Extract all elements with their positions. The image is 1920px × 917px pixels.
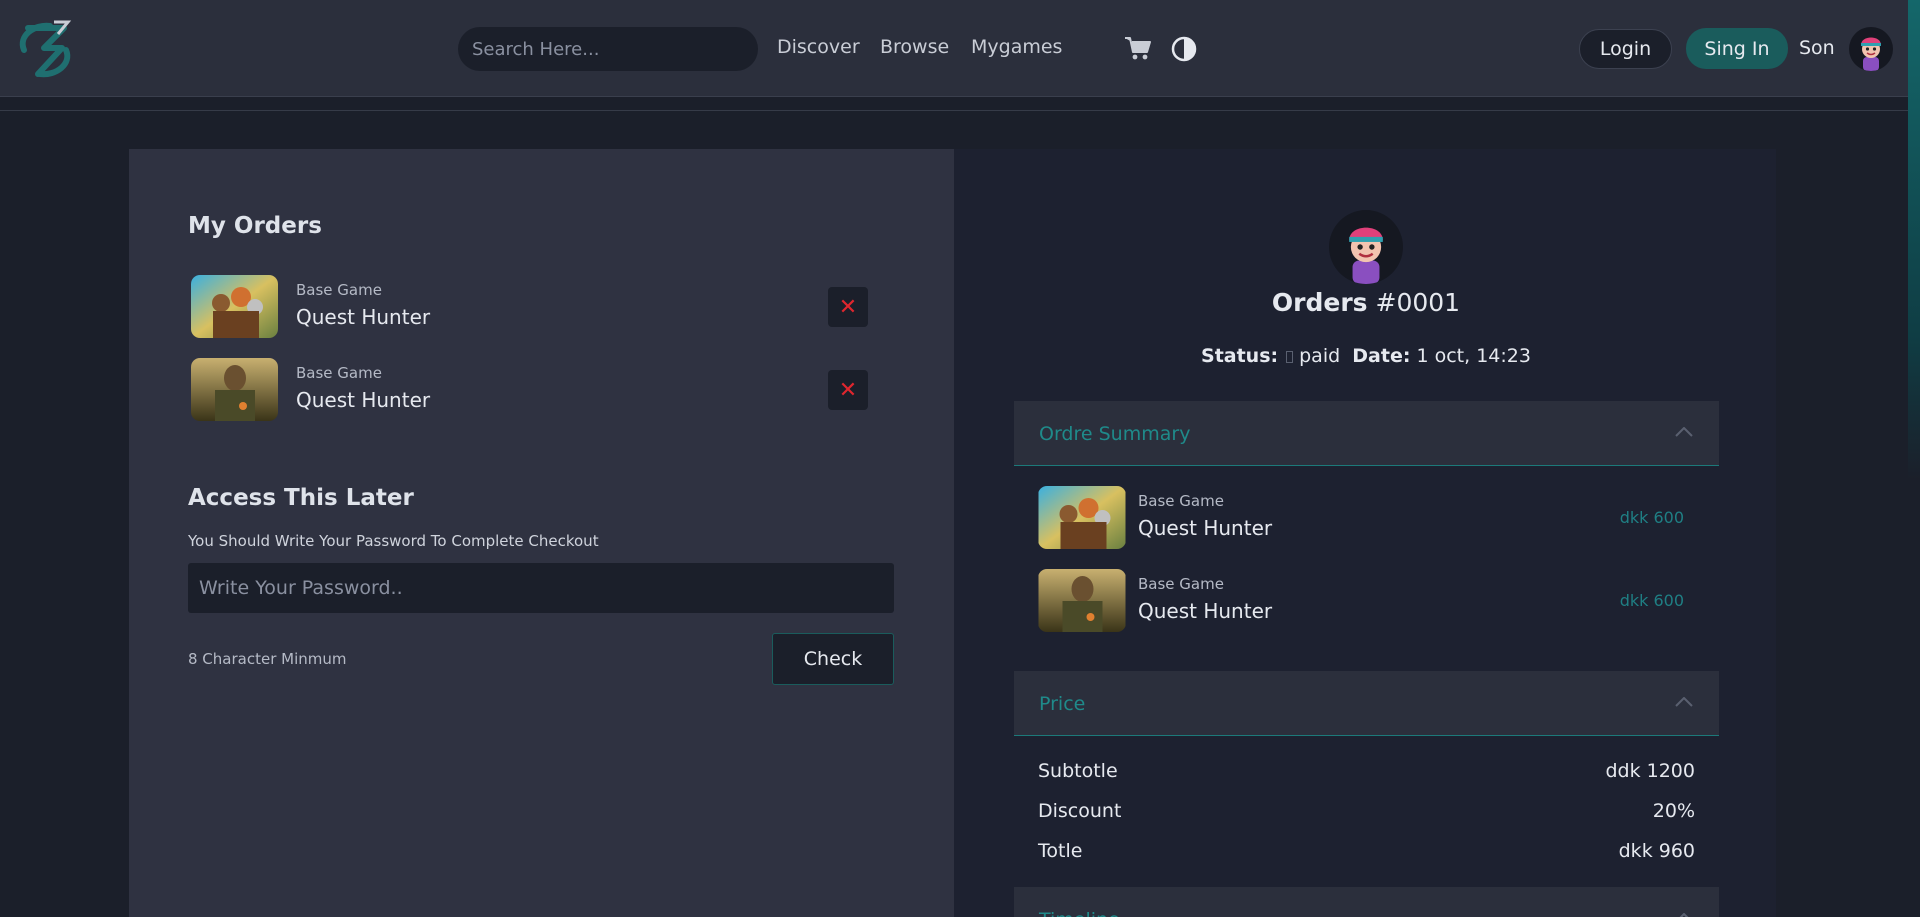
scroll-accent	[1908, 0, 1920, 480]
game-art-icon	[1038, 486, 1126, 549]
chevron-up-icon	[1675, 697, 1693, 707]
status-value: paid	[1299, 345, 1341, 367]
game-art-icon	[1038, 569, 1126, 632]
check-button[interactable]: Check	[772, 633, 894, 685]
cart-icon[interactable]	[1124, 34, 1152, 62]
order-summary-header[interactable]: Ordre Summary	[1014, 401, 1719, 466]
login-button[interactable]: Login	[1579, 29, 1672, 69]
price-title: Price	[1039, 693, 1086, 715]
game-art-icon	[191, 358, 278, 421]
game-thumbnail[interactable]	[191, 275, 278, 338]
price-value: ddk 1200	[1605, 760, 1695, 782]
item-name: Quest Hunter	[1138, 516, 1273, 540]
price-row-discount: Discount 20%	[1038, 800, 1695, 822]
order-summary-title: Ordre Summary	[1039, 423, 1191, 445]
price-header[interactable]: Price	[1014, 671, 1719, 736]
order-item: Base Game Quest Hunter ✕	[188, 275, 888, 341]
timeline-header[interactable]: Timeline	[1014, 887, 1719, 917]
search-input[interactable]	[458, 27, 758, 71]
chevron-up-icon	[1675, 427, 1693, 437]
brand-logo-icon[interactable]	[14, 20, 76, 80]
price-value: dkk 960	[1618, 840, 1695, 862]
theme-toggle-icon[interactable]	[1171, 36, 1197, 62]
date-label: Date:	[1352, 345, 1411, 367]
game-thumbnail	[1038, 569, 1126, 632]
password-helper-text: You Should Write Your Password To Comple…	[188, 532, 599, 550]
item-type: Base Game	[296, 281, 382, 299]
timeline-title: Timeline	[1039, 909, 1120, 917]
order-status-row: Status: paid Date: 1 oct, 14:23	[1100, 345, 1632, 367]
user-avatar[interactable]	[1849, 27, 1893, 71]
game-art-icon	[191, 275, 278, 338]
nav-mygames[interactable]: Mygames	[971, 36, 1062, 58]
chevron-up-icon	[1679, 913, 1689, 917]
price-value: 20%	[1652, 800, 1695, 822]
access-later-title: Access This Later	[188, 485, 414, 511]
username: Son	[1799, 37, 1835, 59]
nav-browse[interactable]: Browse	[880, 36, 949, 58]
item-type: Base Game	[1138, 492, 1224, 510]
remove-order-button[interactable]: ✕	[828, 287, 868, 327]
status-label: Status:	[1201, 345, 1279, 367]
price-label: Discount	[1038, 800, 1122, 822]
order-number: #0001	[1375, 288, 1461, 317]
price-row-total: Totle dkk 960	[1038, 840, 1695, 862]
order-label: Orders	[1271, 288, 1368, 317]
avatar-icon	[1349, 227, 1383, 284]
signin-button[interactable]: Sing In	[1686, 28, 1788, 69]
item-name: Quest Hunter	[1138, 599, 1273, 623]
summary-item: Base Game Quest Hunter dkk 600	[1038, 486, 1698, 552]
item-name: Quest Hunter	[296, 305, 431, 329]
header-divider	[0, 110, 1920, 111]
password-min-hint: 8 Character Minmum	[188, 650, 347, 668]
summary-item: Base Game Quest Hunter dkk 600	[1038, 569, 1698, 635]
password-input[interactable]	[188, 563, 894, 613]
item-type: Base Game	[1138, 575, 1224, 593]
nav-discover[interactable]: Discover	[777, 36, 860, 58]
item-price: dkk 600	[1619, 508, 1684, 527]
item-price: dkk 600	[1619, 591, 1684, 610]
top-navbar: Discover Browse Mygames Login Sing In So…	[0, 0, 1920, 97]
avatar-icon	[1861, 37, 1881, 71]
my-orders-title: My Orders	[188, 213, 322, 239]
order-title: Orders #0001	[1200, 288, 1532, 317]
item-type: Base Game	[296, 364, 382, 382]
status-dot-icon	[1286, 350, 1294, 363]
item-name: Quest Hunter	[296, 388, 431, 412]
remove-order-button[interactable]: ✕	[828, 370, 868, 410]
price-label: Subtotle	[1038, 760, 1118, 782]
price-row-subtotal: Subtotle ddk 1200	[1038, 760, 1695, 782]
game-thumbnail	[1038, 486, 1126, 549]
date-value: 1 oct, 14:23	[1416, 345, 1531, 367]
order-avatar	[1329, 210, 1403, 284]
price-label: Totle	[1038, 840, 1083, 862]
order-item: Base Game Quest Hunter ✕	[188, 358, 888, 424]
game-thumbnail[interactable]	[191, 358, 278, 421]
